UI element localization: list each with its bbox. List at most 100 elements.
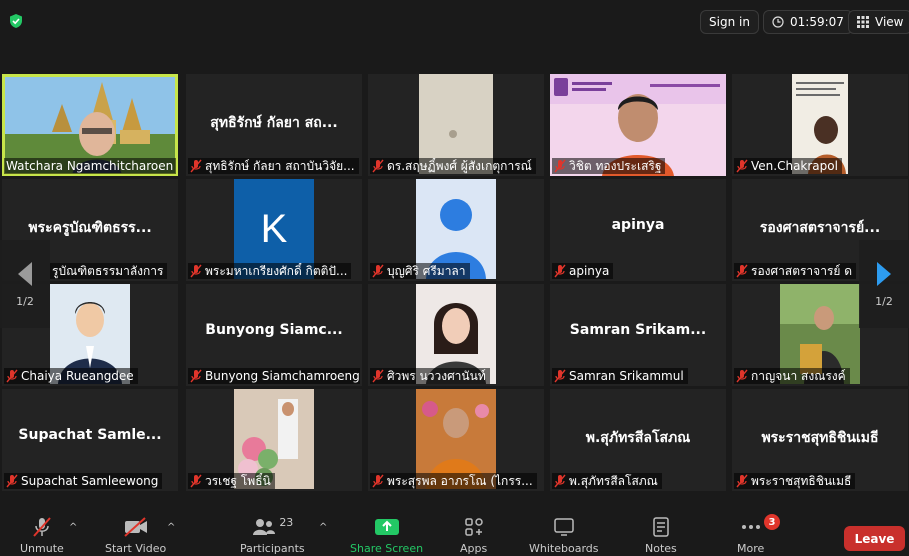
participants-label: Participants bbox=[240, 542, 305, 555]
whiteboards-label: Whiteboards bbox=[529, 542, 599, 555]
video-off-icon bbox=[123, 517, 147, 537]
participant-display-name: สุทธิรักษ์ กัลยา สถ... bbox=[210, 115, 338, 131]
more-button[interactable]: More bbox=[737, 516, 764, 555]
muted-mic-icon bbox=[190, 474, 202, 488]
participant-caption: ศิวพร นววงศานันท์ bbox=[370, 368, 490, 384]
page-indicator-left: 1/2 bbox=[16, 294, 34, 308]
audio-options-caret[interactable]: ^ bbox=[69, 522, 77, 533]
muted-mic-icon bbox=[372, 369, 384, 383]
chevron-right-icon bbox=[877, 261, 891, 286]
sign-in-label: Sign in bbox=[709, 15, 750, 29]
participant-name: บุญศิริ ศรีมาลา bbox=[387, 264, 466, 278]
video-tile[interactable]: วรเชฐ โพธิ์นิ bbox=[186, 389, 362, 491]
chevron-left-icon bbox=[18, 261, 32, 286]
participant-caption: apinya bbox=[552, 263, 614, 279]
video-tile[interactable]: สุทธิรักษ์ กัลยา สถ... สุทธิรักษ์ กัลยา … bbox=[186, 74, 362, 176]
notification-badge: 3 bbox=[764, 514, 780, 530]
whiteboards-button[interactable]: Whiteboards bbox=[529, 516, 598, 555]
muted-mic-icon bbox=[372, 264, 384, 278]
next-page-button[interactable]: 1/2 bbox=[859, 240, 909, 328]
view-label: View bbox=[875, 15, 904, 29]
share-screen-icon bbox=[374, 519, 399, 535]
participant-caption: สุทธิรักษ์ กัลยา สถาบันวิจัย... bbox=[188, 158, 359, 174]
participants-button[interactable]: 23 Participants bbox=[240, 516, 305, 555]
video-tile[interactable]: apinya apinya bbox=[550, 179, 726, 281]
start-video-label: Start Video bbox=[105, 542, 167, 555]
apps-icon bbox=[464, 518, 483, 536]
muted-mic-icon bbox=[372, 159, 384, 173]
leave-button[interactable]: Leave bbox=[844, 526, 905, 551]
video-tile[interactable]: วิชิต ทองประเสริฐ bbox=[550, 74, 726, 176]
participants-count: 23 bbox=[279, 516, 294, 529]
participant-name: Ven.Chakrapol bbox=[751, 159, 838, 173]
video-tile[interactable]: Bunyong Siamc... Bunyong Siamchamroeng bbox=[186, 284, 362, 386]
video-tile[interactable]: Supachat Samle... Supachat Samleewong bbox=[2, 389, 178, 491]
participant-name: พระมหาเกรียงศักดิ์ กิตติปั... bbox=[205, 264, 348, 278]
muted-mic-icon bbox=[190, 159, 202, 173]
share-screen-label: Share Screen bbox=[350, 542, 424, 555]
apps-button[interactable]: Apps bbox=[460, 516, 487, 555]
participant-caption: วิชิต ทองประเสริฐ bbox=[552, 158, 666, 174]
participant-caption: พระมหาเกรียงศักดิ์ กิตติปั... bbox=[188, 263, 352, 279]
muted-mic-icon bbox=[6, 369, 18, 383]
participant-name: Bunyong Siamchamroeng bbox=[205, 369, 360, 383]
muted-mic-icon bbox=[554, 369, 566, 383]
video-tile[interactable]: ดร.สฤษฏิ์พงศ์ ผู้สังเกตุการณ์ bbox=[368, 74, 544, 176]
participant-display-name: Supachat Samle... bbox=[18, 427, 162, 443]
camera-dot bbox=[449, 130, 457, 138]
more-label: More bbox=[737, 542, 765, 555]
video-tile[interactable]: พระราชสุทธิชินเมธี พระราชสุทธิชินเมธี bbox=[732, 389, 908, 491]
participant-name: พระสุรพล อาภรโณ (ไกรร... bbox=[387, 474, 533, 488]
video-tile[interactable]: K พระมหาเกรียงศักดิ์ กิตติปั... bbox=[186, 179, 362, 281]
participant-name: รูบัณฑิตธรรมาลังการ bbox=[52, 264, 164, 278]
shield-icon[interactable] bbox=[8, 13, 24, 29]
timer-text: 01:59:07 bbox=[790, 15, 844, 29]
more-dots-icon bbox=[741, 525, 760, 529]
participant-name: พ.สุภัทรสีลโสภณ bbox=[569, 474, 658, 488]
participant-name: รองศาสตราจารย์ ด bbox=[751, 264, 853, 278]
video-tile[interactable]: พ.สุภัทรสีลโสภณ พ.สุภัทรสีลโสภณ bbox=[550, 389, 726, 491]
notes-button[interactable]: Notes bbox=[645, 516, 677, 555]
participant-name: ดร.สฤษฏิ์พงศ์ ผู้สังเกตุการณ์ bbox=[387, 159, 532, 173]
video-tile[interactable]: บุญศิริ ศรีมาลา bbox=[368, 179, 544, 281]
participant-display-name: apinya bbox=[611, 217, 665, 233]
top-bar: Sign in 01:59:07 View bbox=[0, 0, 909, 44]
notes-icon bbox=[653, 517, 669, 537]
participant-name: พระราชสุทธิชินเมธี bbox=[751, 474, 852, 488]
participant-name: Supachat Samleewong bbox=[21, 474, 159, 488]
previous-page-button[interactable]: 1/2 bbox=[0, 240, 50, 328]
muted-mic-icon bbox=[372, 474, 384, 488]
muted-mic-icon bbox=[33, 517, 51, 537]
unmute-button[interactable]: Unmute bbox=[20, 516, 64, 555]
participant-caption: รองศาสตราจารย์ ด bbox=[734, 263, 857, 279]
muted-mic-icon bbox=[736, 369, 748, 383]
participants-options-caret[interactable]: ^ bbox=[319, 522, 327, 533]
start-video-button[interactable]: Start Video bbox=[105, 516, 166, 555]
video-tile[interactable]: Ven.Chakrapol bbox=[732, 74, 908, 176]
participant-caption: วรเชฐ โพธิ์นิ bbox=[188, 473, 275, 489]
participant-name: วิชิต ทองประเสริฐ bbox=[569, 159, 662, 173]
video-tile[interactable]: ศิวพร นววงศานันท์ bbox=[368, 284, 544, 386]
participant-caption: พระราชสุทธิชินเมธี bbox=[734, 473, 856, 489]
muted-mic-icon bbox=[554, 474, 566, 488]
sign-in-button[interactable]: Sign in bbox=[700, 10, 759, 34]
participants-icon-group: 23 bbox=[251, 516, 293, 542]
participant-caption: Samran Srikammul bbox=[552, 368, 688, 384]
notes-label: Notes bbox=[645, 542, 677, 555]
participant-caption: Bunyong Siamchamroeng bbox=[188, 368, 360, 384]
participant-caption: Watchara Ngamchitcharoen bbox=[4, 158, 176, 174]
apps-label: Apps bbox=[460, 542, 488, 555]
video-tile[interactable]: Samran Srikam... Samran Srikammul bbox=[550, 284, 726, 386]
video-tile[interactable]: Watchara Ngamchitcharoen bbox=[2, 74, 178, 176]
video-options-caret[interactable]: ^ bbox=[167, 522, 175, 533]
video-tile[interactable]: พระสุรพล อาภรโณ (ไกรร... bbox=[368, 389, 544, 491]
participant-caption: บุญศิริ ศรีมาลา bbox=[370, 263, 470, 279]
participant-display-name: พระครูบัณฑิตธรร... bbox=[28, 220, 152, 236]
view-button[interactable]: View bbox=[848, 10, 909, 34]
muted-mic-icon bbox=[190, 264, 202, 278]
share-screen-button[interactable]: Share Screen bbox=[350, 516, 423, 555]
participant-name: Watchara Ngamchitcharoen bbox=[6, 159, 174, 173]
clock-icon bbox=[772, 16, 784, 28]
grid-icon bbox=[857, 16, 869, 28]
participant-caption: Chaiya Rueangdee bbox=[4, 368, 138, 384]
